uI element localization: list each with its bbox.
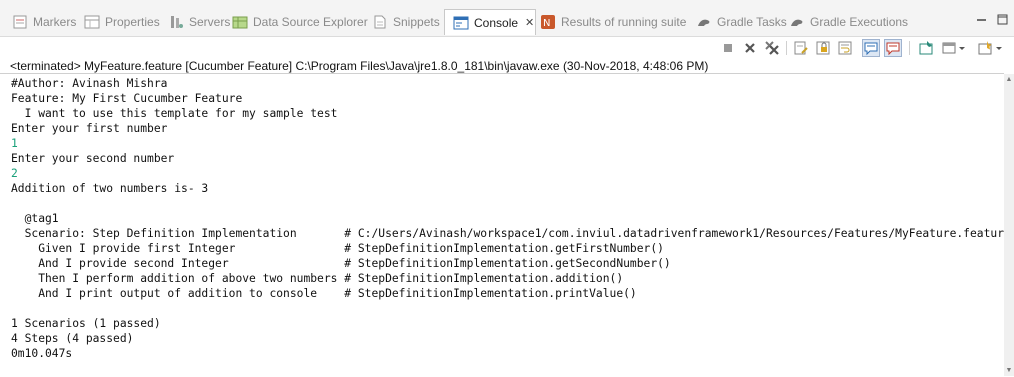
console-output-line: Enter your second number (11, 152, 175, 165)
console-output-line: 1 Scenarios (1 passed) (11, 317, 161, 330)
tab-console[interactable]: Console ✕ (444, 9, 536, 35)
console-output-line: Feature: My First Cucumber Feature (11, 92, 243, 105)
data-source-icon (232, 14, 248, 30)
view-tab-bar: Markers Properties Servers Data Source E… (0, 0, 1014, 40)
scroll-down-icon[interactable]: ▼ (1005, 367, 1013, 374)
console-output-line: #Author: Avinash Mishra (11, 77, 168, 90)
tab-label: Properties (105, 14, 160, 29)
console-output-line: Given I provide first Integer # StepDefi… (11, 242, 664, 255)
tab-markers[interactable]: Markers (12, 11, 76, 32)
scroll-lock-icon[interactable] (814, 39, 832, 57)
console-output-line: And I provide second Integer # StepDefin… (11, 257, 671, 270)
servers-icon (168, 14, 184, 30)
gradle-icon (696, 14, 712, 30)
terminate-icon[interactable] (719, 39, 737, 57)
svg-text:N: N (543, 18, 550, 29)
tab-label: Results of running suite (561, 14, 687, 29)
display-console-icon[interactable] (941, 39, 967, 57)
minimize-icon[interactable] (976, 12, 987, 23)
tab-label: Markers (33, 14, 77, 29)
tab-properties[interactable]: Properties (84, 11, 160, 32)
tab-label: Data Source Explorer (253, 14, 368, 29)
tab-snippets[interactable]: Snippets (372, 11, 440, 32)
console-output-line: Addition of two numbers is- 3 (11, 182, 209, 195)
vertical-scrollbar[interactable]: ▲ ▼ (1004, 74, 1014, 376)
tab-servers[interactable]: Servers (168, 11, 230, 32)
properties-icon (84, 14, 100, 30)
console-input-line: 1 (11, 137, 18, 150)
console-toolbar (0, 36, 1014, 59)
remove-launch-icon[interactable] (741, 39, 759, 57)
open-console-icon[interactable] (977, 39, 1005, 57)
console-icon (453, 15, 469, 31)
console-output-line: Then I perform addition of above two num… (11, 272, 624, 285)
console-output-line: @tag1 (11, 212, 59, 225)
maximize-icon[interactable] (997, 12, 1008, 25)
console-output[interactable]: #Author: Avinash Mishra Feature: My First… (0, 73, 1004, 377)
gradle-icon (789, 14, 805, 30)
word-wrap-icon[interactable] (836, 39, 854, 57)
console-output-line: And I print output of addition to consol… (11, 287, 637, 300)
show-on-stderr-icon[interactable] (884, 39, 902, 57)
tab-label: Gradle Tasks (717, 14, 787, 29)
pin-console-icon[interactable] (917, 39, 935, 57)
tab-label: Console (474, 15, 519, 30)
console-output-line: 4 Steps (4 passed) (11, 332, 134, 345)
markers-icon (12, 14, 28, 30)
tab-label: Gradle Executions (810, 14, 909, 29)
console-output-line: 0m10.047s (11, 347, 73, 360)
snippets-icon (372, 14, 388, 30)
tab-gradle-tasks[interactable]: Gradle Tasks (696, 11, 787, 32)
tab-data-source-explorer[interactable]: Data Source Explorer (232, 11, 368, 32)
console-output-line: Enter your first number (11, 122, 168, 135)
launch-status-label: <terminated> MyFeature.feature [Cucumber… (10, 59, 709, 73)
remove-all-terminated-icon[interactable] (763, 39, 781, 57)
show-on-stdout-icon[interactable] (862, 39, 880, 57)
tab-results-of-running-suite[interactable]: N Results of running suite (540, 11, 686, 32)
tab-gradle-executions[interactable]: Gradle Executions (789, 11, 908, 32)
tab-label: Snippets (393, 14, 440, 29)
tab-label: Servers (189, 14, 231, 29)
console-output-line: I want to use this template for my sampl… (11, 107, 338, 120)
close-icon[interactable]: ✕ (525, 16, 534, 29)
scroll-up-icon[interactable]: ▲ (1005, 76, 1013, 83)
console-input-line: 2 (11, 167, 18, 180)
testng-results-icon: N (540, 14, 556, 30)
console-output-line: Scenario: Step Definition Implementation… (11, 227, 1004, 240)
clear-console-icon[interactable] (792, 39, 810, 57)
